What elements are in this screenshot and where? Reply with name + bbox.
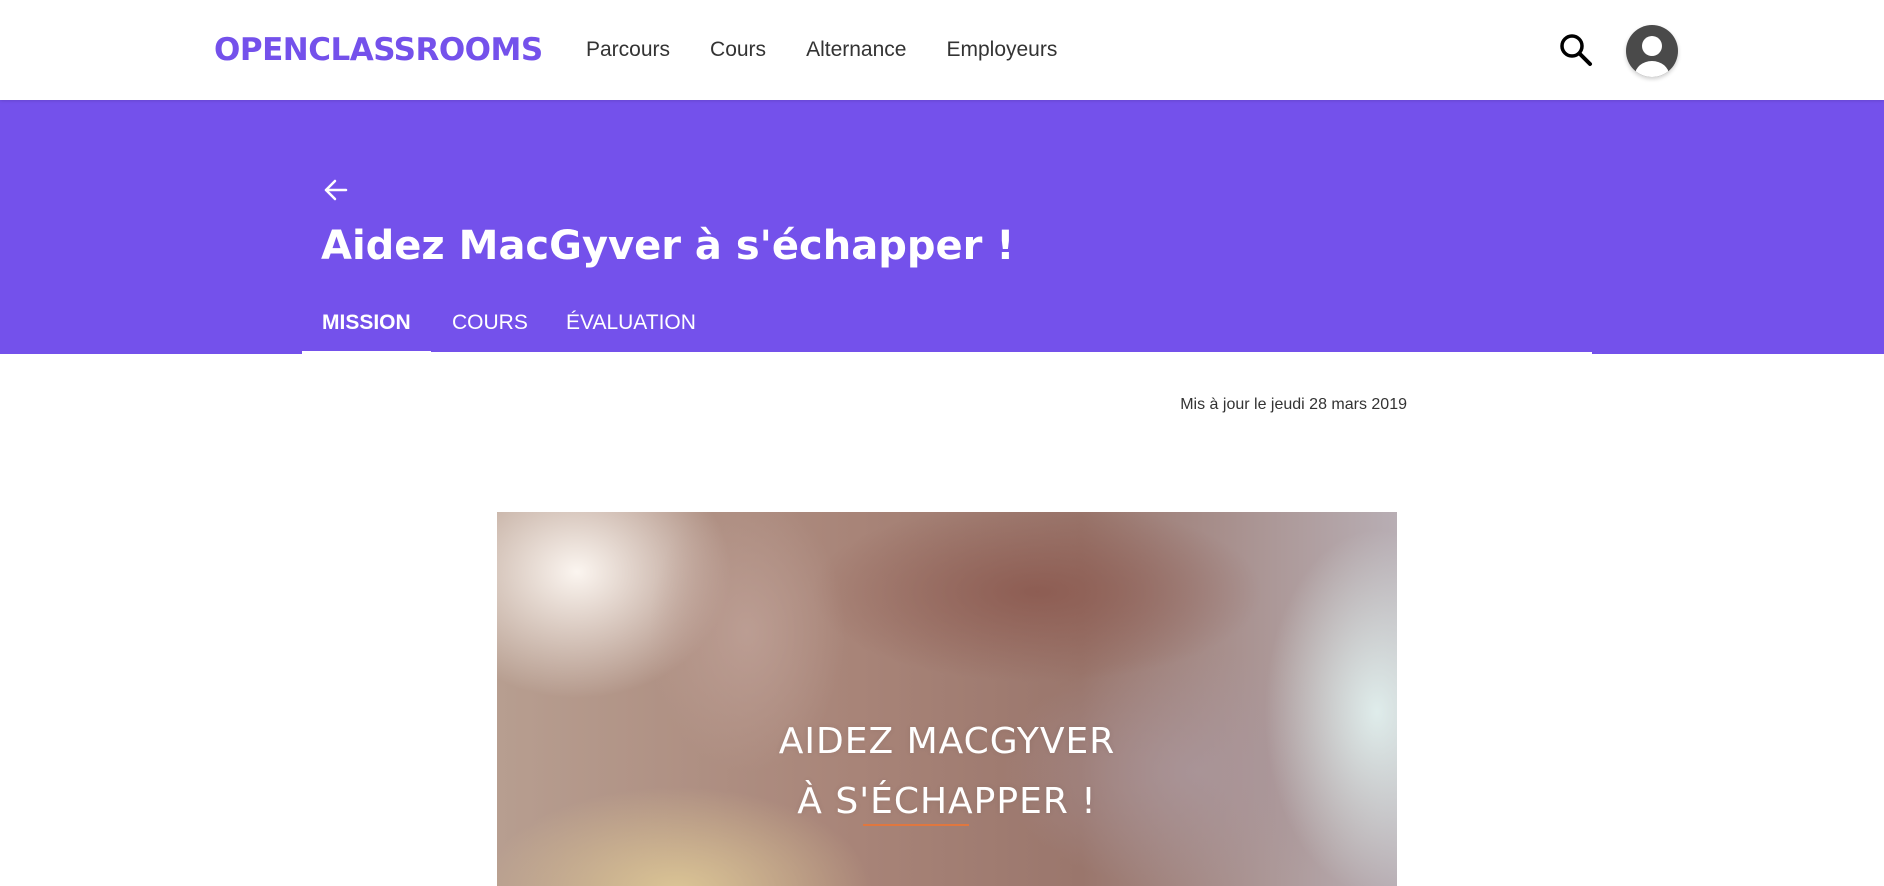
- arrow-left-icon: [324, 179, 348, 201]
- course-hero: Aidez MacGyver à s'échapper ! MISSION CO…: [0, 100, 1884, 354]
- search-button[interactable]: [1558, 32, 1594, 68]
- page-title: Aidez MacGyver à s'échapper !: [321, 223, 1015, 269]
- course-intro-video[interactable]: AIDEZ MACGYVER À S'ÉCHAPPER !: [497, 512, 1397, 886]
- user-avatar-button[interactable]: [1626, 25, 1678, 77]
- video-title-overlay: AIDEZ MACGYVER À S'ÉCHAPPER !: [497, 712, 1397, 832]
- back-button[interactable]: [322, 176, 350, 204]
- main-nav: Parcours Cours Alternance Employeurs: [586, 32, 1097, 68]
- nav-link-parcours[interactable]: Parcours: [586, 32, 670, 68]
- user-avatar-icon: [1635, 36, 1669, 77]
- nav-link-employeurs[interactable]: Employeurs: [946, 32, 1057, 68]
- tab-cours[interactable]: COURS: [432, 300, 548, 352]
- nav-link-alternance[interactable]: Alternance: [806, 32, 906, 68]
- course-tabs: MISSION COURS ÉVALUATION: [302, 300, 1592, 354]
- tab-evaluation[interactable]: ÉVALUATION: [546, 300, 716, 352]
- tab-mission[interactable]: MISSION: [302, 300, 431, 354]
- video-title-underline: [863, 824, 969, 826]
- video-title-line1: AIDEZ MACGYVER: [778, 721, 1116, 762]
- last-updated-date: Mis à jour le jeudi 28 mars 2019: [1180, 396, 1407, 413]
- openclassrooms-logo[interactable]: OPENCLASSROOMS: [214, 30, 543, 70]
- nav-link-cours[interactable]: Cours: [710, 32, 766, 68]
- search-icon: [1560, 34, 1592, 66]
- top-navbar: OPENCLASSROOMS Parcours Cours Alternance…: [0, 0, 1884, 100]
- video-title-line2: À S'ÉCHAPPER !: [797, 781, 1097, 822]
